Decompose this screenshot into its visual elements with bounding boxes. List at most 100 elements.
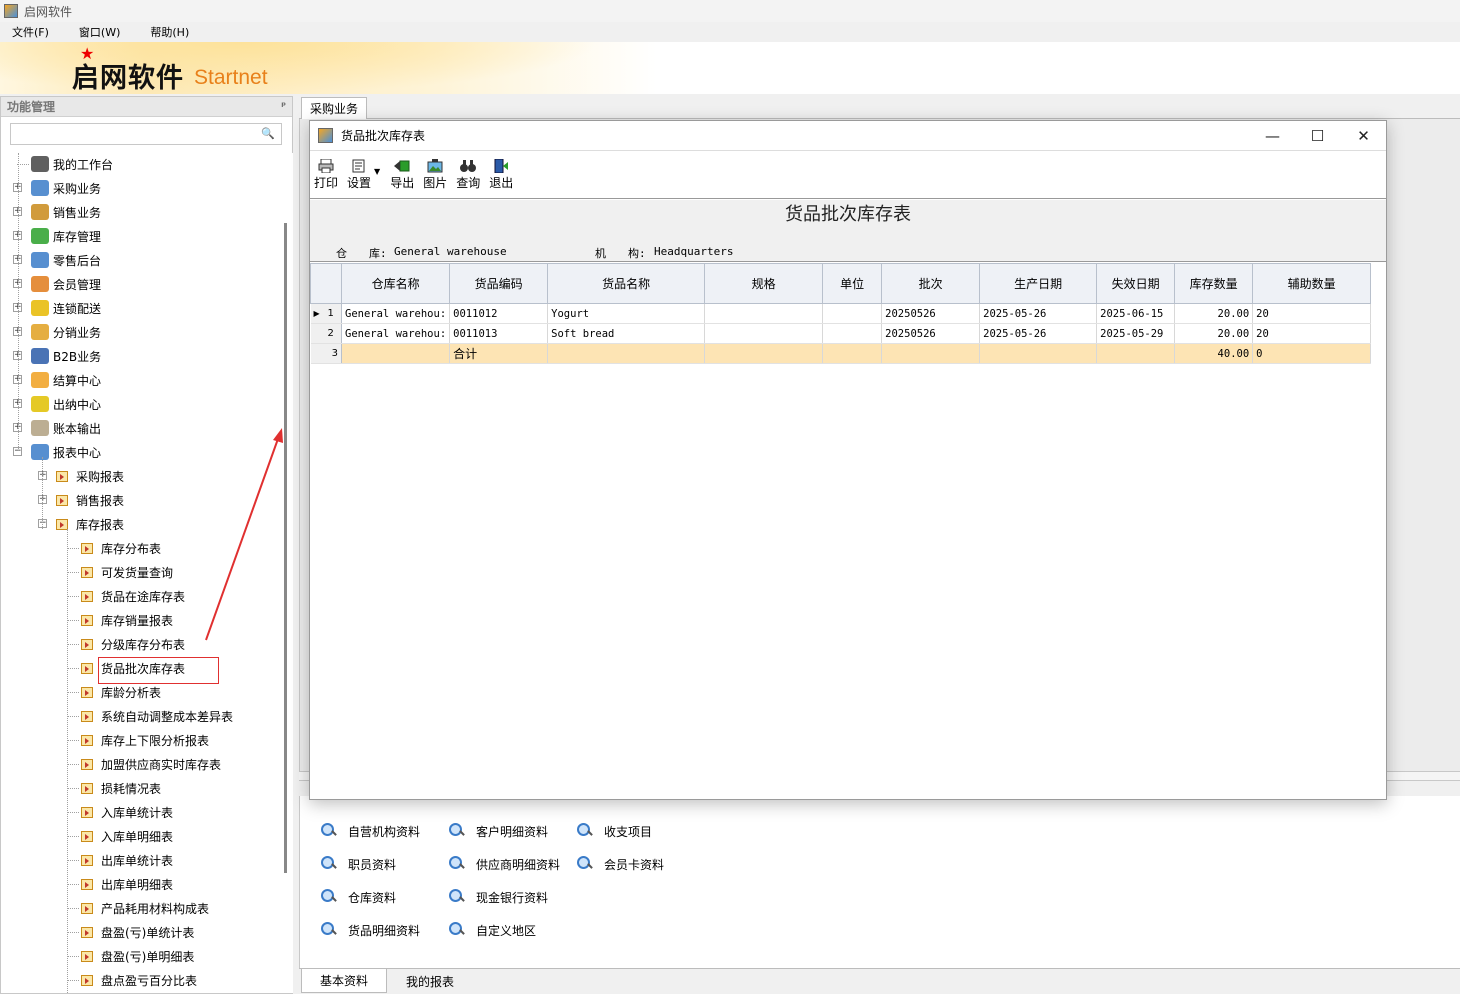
table-cell[interactable] [822,343,883,364]
tree-item[interactable]: 损耗情况表 [81,777,161,799]
exit-button[interactable]: 退出 [489,153,513,191]
column-header[interactable]: 批次 [881,263,981,304]
tree-item[interactable]: 系统自动调整成本差异表 [81,705,233,727]
table-row[interactable]: ▶ 1 General warehou: 0011012 Yogurt 20250526 2… [310,303,1372,324]
table-cell[interactable]: 0011012 [449,303,549,324]
table-cell[interactable]: 20.00 [1174,303,1254,324]
tree-item[interactable]: 盘盈(亏)单明细表 [81,945,194,967]
column-header[interactable]: 库存数量 [1174,263,1254,304]
tab-my-reports[interactable]: 我的报表 [389,969,471,993]
tree-item[interactable]: 产品耗用材料构成表 [81,897,209,919]
table-cell[interactable]: 20 [1252,323,1372,344]
tree-item[interactable]: 盘点盈亏百分比表 [81,969,197,991]
tree-item[interactable]: 可发货量查询 [81,561,173,583]
quick-link[interactable]: 仓库资料 [320,888,396,906]
table-cell[interactable] [704,303,824,324]
tree-item[interactable]: 出库单明细表 [81,873,173,895]
tree-item[interactable]: 连锁配送 [31,297,101,319]
table-cell[interactable]: 20250526 [881,303,981,324]
table-cell[interactable] [1096,343,1176,364]
table-cell[interactable] [822,303,883,324]
tree-item[interactable]: 库龄分析表 [81,681,161,703]
tree-item[interactable]: 采购业务 [31,177,101,199]
table-row[interactable]: 2 General warehou: 0011013 Soft bread 202505… [310,323,1372,344]
tree-item[interactable]: 入库单统计表 [81,801,173,823]
tree-item[interactable]: 账本输出 [31,417,101,439]
minimize-icon[interactable]: — [1250,121,1295,151]
table-cell[interactable]: 20250526 [881,323,981,344]
menu-window[interactable]: 窗口(W) [79,24,120,40]
search-icon[interactable]: 🔍 [261,127,275,140]
table-cell[interactable] [822,323,883,344]
tab-purchase[interactable]: 采购业务 [301,97,367,119]
tree-item[interactable]: 销售业务 [31,201,101,223]
table-cell[interactable] [979,343,1098,364]
table-cell[interactable] [547,343,706,364]
tree-item[interactable]: 会员管理 [31,273,101,295]
tree-item[interactable]: 出库单统计表 [81,849,173,871]
column-header[interactable]: 仓库名称 [340,263,451,304]
table-cell[interactable]: 20.00 [1174,323,1254,344]
tab-basic-data[interactable]: 基本资料 [301,969,387,993]
table-cell[interactable] [881,343,981,364]
tree-item[interactable]: 分销业务 [31,321,101,343]
column-header[interactable]: 生产日期 [979,263,1098,304]
quick-link[interactable]: 货品明细资料 [320,921,420,939]
tree-item[interactable]: 入库单明细表 [81,825,173,847]
tree-item[interactable]: B2B业务 [31,345,101,367]
tree-scrollbar-thumb[interactable] [284,223,287,873]
quick-link[interactable]: 现金银行资料 [448,888,548,906]
column-header[interactable]: 单位 [822,263,883,304]
table-cell[interactable]: Yogurt [547,303,706,324]
table-cell[interactable]: 20 [1252,303,1372,324]
quick-link[interactable]: 供应商明细资料 [448,855,560,873]
table-cell[interactable]: 2025-05-26 [979,303,1098,324]
table-cell[interactable] [704,323,824,344]
table-cell[interactable]: 40.00 [1174,343,1254,364]
total-row[interactable]: 3 合计 40.00 0 [310,343,1372,364]
tree-item[interactable]: 库存管理 [31,225,101,247]
menu-help[interactable]: 帮助(H) [150,24,189,40]
tree-item[interactable]: 我的工作台 [31,153,113,175]
settings-dropdown-icon[interactable]: ▼ [374,153,380,176]
tree-item[interactable]: 采购报表 [56,465,124,487]
table-cell[interactable]: Soft bread [547,323,706,344]
tree-item[interactable]: 出纳中心 [31,393,101,415]
tree-item[interactable]: 分级库存分布表 [81,633,185,655]
tree-item[interactable]: 结算中心 [31,369,101,391]
export-button[interactable]: 导出 [390,153,414,191]
settings-button[interactable]: 设置 [347,153,371,191]
tree-scrollbar[interactable] [283,153,293,993]
column-header[interactable]: 货品名称 [547,263,706,304]
table-cell[interactable]: 2025-06-15 [1096,303,1176,324]
table-cell[interactable]: 2025-05-26 [979,323,1098,344]
tree-item[interactable]: 库存销量报表 [81,609,173,631]
total-label[interactable]: 合计 [449,343,549,364]
pin-icon[interactable]: ᵖ [281,101,286,112]
tree-item[interactable]: 盘盈(亏)单统计表 [81,921,194,943]
query-button[interactable]: 查询 [456,153,480,191]
tree-item[interactable]: 库存上下限分析报表 [81,729,209,751]
quick-link[interactable]: 收支项目 [576,822,652,840]
image-button[interactable]: 图片 [423,153,447,191]
tree-item[interactable]: 加盟供应商实时库存表 [81,753,221,775]
quick-link[interactable]: 客户明细资料 [448,822,548,840]
tree-item[interactable]: 货品在途库存表 [81,585,185,607]
table-cell[interactable]: General warehou: [341,303,451,324]
child-window-titlebar[interactable]: 货品批次库存表 — ☐ ✕ [310,121,1386,151]
table-cell[interactable]: 0 [1252,343,1372,364]
close-icon[interactable]: ✕ [1341,121,1386,151]
table-cell[interactable]: General warehou: [341,323,451,344]
column-header[interactable]: 规格 [704,263,824,304]
column-header[interactable]: 辅助数量 [1252,263,1372,304]
quick-link[interactable]: 职员资料 [320,855,396,873]
quick-link[interactable]: 自营机构资料 [320,822,420,840]
tree-item[interactable]: 零售后台 [31,249,101,271]
table-cell[interactable]: 0011013 [449,323,549,344]
table-cell[interactable] [341,343,451,364]
table-cell[interactable] [704,343,824,364]
table-cell[interactable]: 2025-05-29 [1096,323,1176,344]
column-header[interactable]: 失效日期 [1096,263,1176,304]
tree-item[interactable]: 库存分布表 [81,537,161,559]
menu-file[interactable]: 文件(F) [12,24,49,40]
